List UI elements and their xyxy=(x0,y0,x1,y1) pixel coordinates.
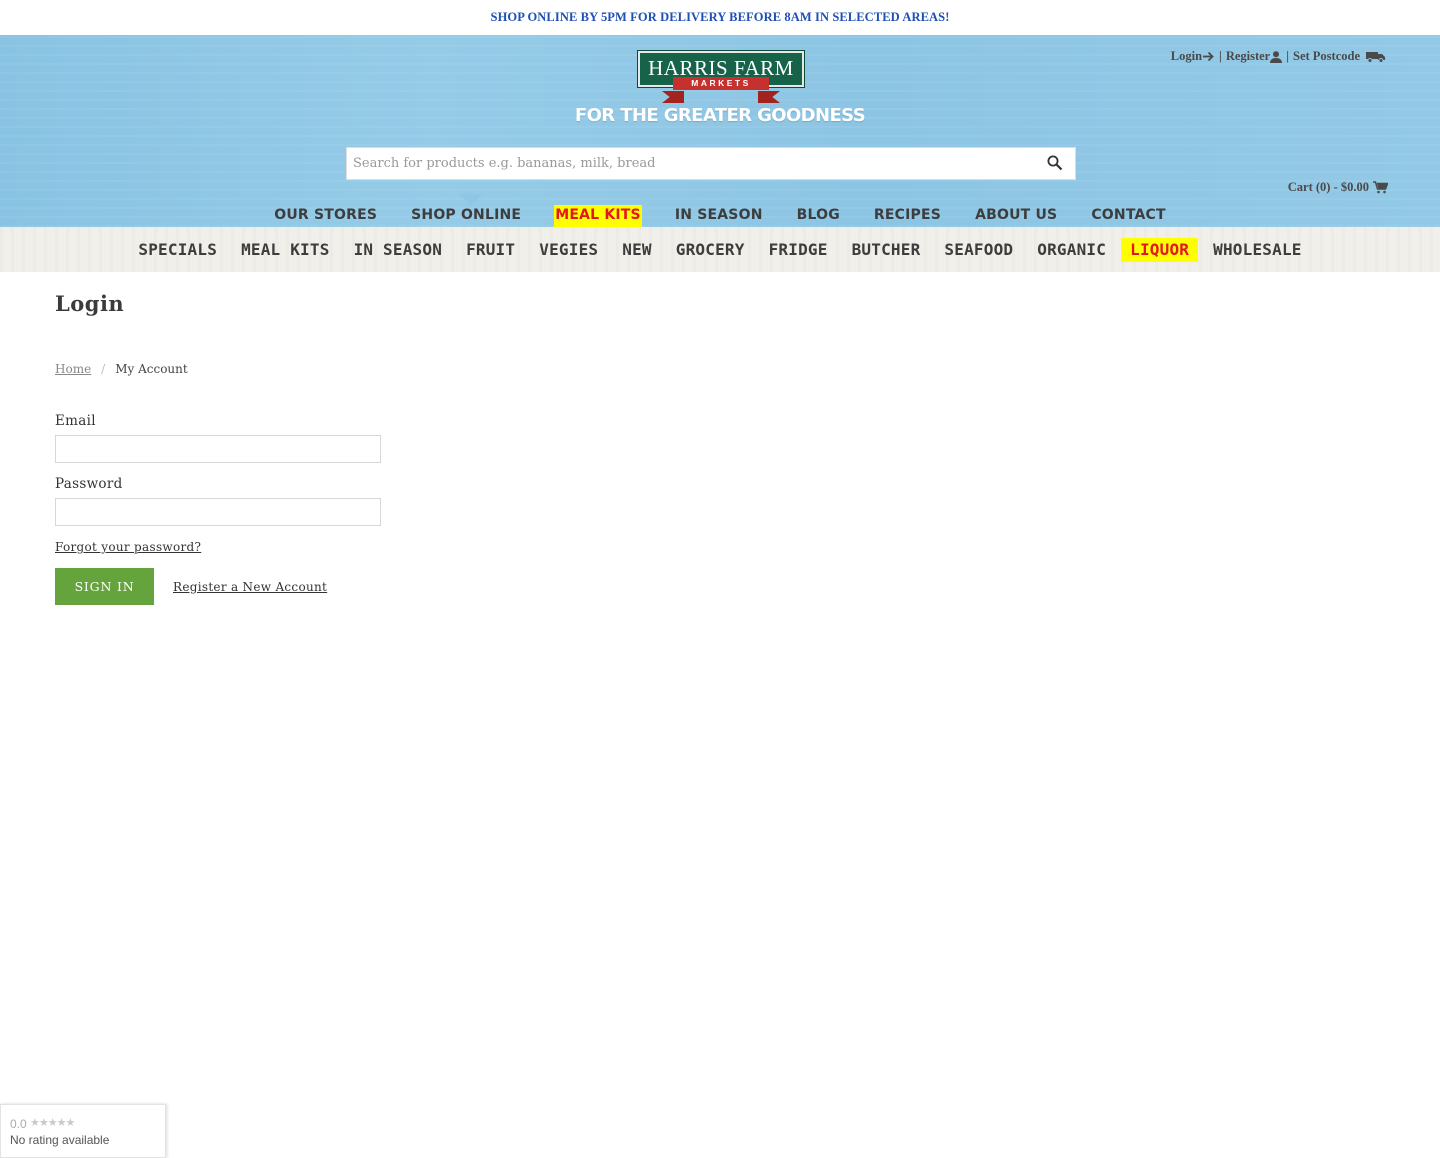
main-nav: Our Stores Shop Online Meal Kits In Seas… xyxy=(0,205,1440,227)
main-nav-about-us[interactable]: About Us xyxy=(958,205,1074,227)
search-bar xyxy=(346,147,1076,180)
breadcrumb: Home / My Account xyxy=(55,362,755,376)
main-nav-recipes[interactable]: Recipes xyxy=(857,205,958,227)
main-nav-in-season[interactable]: In Season xyxy=(658,205,780,227)
main-nav-meal-kits[interactable]: Meal Kits xyxy=(554,205,642,227)
logo-ribbon: MARKETS xyxy=(673,77,769,90)
register-link[interactable]: Register xyxy=(1225,49,1283,64)
breadcrumb-separator: / xyxy=(101,362,106,376)
forgot-password-link[interactable]: Forgot your password? xyxy=(55,540,201,554)
user-icon xyxy=(1270,50,1283,63)
category-wholesale[interactable]: Wholesale xyxy=(1201,238,1314,262)
announcement-bar: SHOP ONLINE BY 5PM FOR DELIVERY BEFORE 8… xyxy=(490,10,950,24)
logo-sub: MARKETS xyxy=(691,78,751,88)
category-meal-kits[interactable]: Meal Kits xyxy=(229,238,342,262)
category-butcher[interactable]: Butcher xyxy=(840,238,933,262)
login-link[interactable]: Login xyxy=(1171,49,1215,64)
logo-ribbon-tail-left xyxy=(662,91,684,103)
register-account-link[interactable]: Register a New Account xyxy=(173,580,327,594)
main-content: Login Home / My Account Email Password F… xyxy=(55,272,755,605)
separator: | xyxy=(1219,49,1222,63)
login-form: Email Password Forgot your password? SIG… xyxy=(55,413,755,605)
cart-link[interactable]: Cart (0) - $0.00 xyxy=(1288,180,1388,195)
arrow-right-icon xyxy=(1203,51,1214,62)
category-nav: Specials Meal Kits In Season Fruit Vegie… xyxy=(0,227,1440,272)
active-nav-indicator xyxy=(459,194,483,205)
cart-label: Cart (0) - $0.00 xyxy=(1287,180,1369,194)
logo-ribbon-tail-right xyxy=(758,91,780,103)
magnifier-icon[interactable] xyxy=(1047,155,1063,171)
breadcrumb-current: My Account xyxy=(115,362,188,376)
rating-score: 0.0 xyxy=(10,1117,27,1131)
page-title: Login xyxy=(55,291,125,316)
category-seafood[interactable]: Seafood xyxy=(932,238,1025,262)
password-label: Password xyxy=(55,476,123,492)
password-field[interactable] xyxy=(55,498,381,526)
main-nav-our-stores[interactable]: Our Stores xyxy=(257,205,394,227)
harris-farm-logo[interactable]: HARRIS FARM MARKETS xyxy=(637,50,805,103)
category-liquor[interactable]: Liquor xyxy=(1121,237,1199,262)
email-label: Email xyxy=(55,413,96,429)
tagline: FOR THE GREATER GOODNESS xyxy=(574,105,866,126)
category-organic[interactable]: Organic xyxy=(1025,238,1118,262)
category-in-season[interactable]: In Season xyxy=(342,238,455,262)
truck-icon xyxy=(1366,52,1385,63)
rating-badge[interactable]: 0.0 ★★★★★ No rating available xyxy=(0,1104,166,1158)
category-fruit[interactable]: Fruit xyxy=(454,238,527,262)
category-fridge[interactable]: Fridge xyxy=(757,238,840,262)
email-field[interactable] xyxy=(55,435,381,463)
main-nav-blog[interactable]: Blog xyxy=(780,205,857,227)
site-header: HARRIS FARM MARKETS FOR THE GREATER GOOD… xyxy=(0,35,1440,227)
set-postcode-link[interactable]: Set Postcode xyxy=(1293,49,1386,64)
main-nav-contact[interactable]: Contact xyxy=(1074,205,1182,227)
main-nav-shop-online[interactable]: Shop Online xyxy=(394,205,538,227)
category-specials[interactable]: Specials xyxy=(126,238,229,262)
form-actions: SIGN IN Register a New Account xyxy=(55,568,755,605)
separator: | xyxy=(1286,49,1289,63)
account-links: Login | Register | Set Postcode xyxy=(1171,49,1386,64)
login-label: Login xyxy=(1170,49,1203,63)
cart-icon xyxy=(1373,181,1388,194)
category-new[interactable]: New xyxy=(610,238,664,262)
register-label: Register xyxy=(1225,49,1271,63)
rating-stars-icon: ★★★★★ xyxy=(30,1117,75,1129)
rating-text: No rating available xyxy=(10,1133,110,1147)
category-vegies[interactable]: Vegies xyxy=(527,238,610,262)
postcode-label: Set Postcode xyxy=(1293,49,1360,63)
search-input[interactable] xyxy=(347,148,1027,179)
breadcrumb-home[interactable]: Home xyxy=(55,362,91,376)
sign-in-button[interactable]: SIGN IN xyxy=(55,568,154,605)
category-grocery[interactable]: Grocery xyxy=(664,238,757,262)
